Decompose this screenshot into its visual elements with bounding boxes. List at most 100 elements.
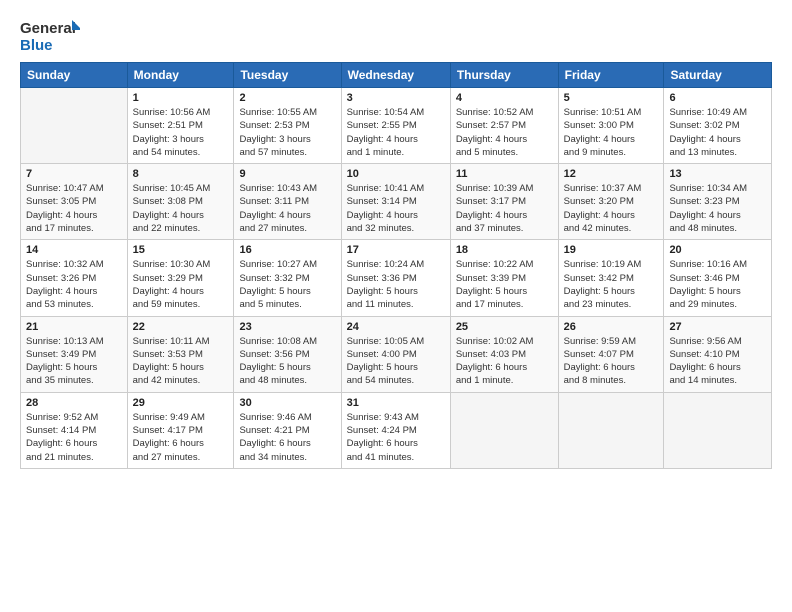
- calendar-week-4: 21 Sunrise: 10:13 AMSunset: 3:49 PMDaylig…: [21, 316, 772, 392]
- calendar-cell: 15 Sunrise: 10:30 AMSunset: 3:29 PMDaylig…: [127, 240, 234, 316]
- col-header-saturday: Saturday: [664, 63, 772, 88]
- day-number: 26: [564, 321, 659, 333]
- day-number: 6: [669, 92, 766, 104]
- day-number: 31: [347, 397, 445, 409]
- day-info: Sunrise: 10:32 AMSunset: 3:26 PMDaylight…: [26, 258, 122, 311]
- day-info: Sunrise: 10:13 AMSunset: 3:49 PMDaylight…: [26, 335, 122, 388]
- calendar-cell: 2Sunrise: 10:55 AMSunset: 2:53 PMDayligh…: [234, 88, 341, 164]
- calendar-cell: 28 Sunrise: 9:52 AMSunset: 4:14 PMDayligh…: [21, 392, 128, 468]
- day-number: 7: [26, 168, 122, 180]
- calendar-cell: 30Sunrise: 9:46 AMSunset: 4:21 PMDayligh…: [234, 392, 341, 468]
- calendar-cell: 17 Sunrise: 10:24 AMSunset: 3:36 PMDaylig…: [341, 240, 450, 316]
- day-info: Sunrise: 10:19 AMSunset: 3:42 PMDaylight…: [564, 258, 659, 311]
- calendar-cell: [558, 392, 664, 468]
- day-info: Sunrise: 9:43 AMSunset: 4:24 PMDaylight:…: [347, 411, 445, 464]
- day-number: 10: [347, 168, 445, 180]
- calendar-cell: 14 Sunrise: 10:32 AMSunset: 3:26 PMDaylig…: [21, 240, 128, 316]
- calendar-cell: 7 Sunrise: 10:47 AMSunset: 3:05 PMDayligh…: [21, 164, 128, 240]
- day-number: 12: [564, 168, 659, 180]
- calendar-cell: 1Sunrise: 10:56 AMSunset: 2:51 PMDayligh…: [127, 88, 234, 164]
- calendar-cell: 23 Sunrise: 10:08 AMSunset: 3:56 PMDaylig…: [234, 316, 341, 392]
- calendar-cell: 12Sunrise: 10:37 AMSunset: 3:20 PMDaylig…: [558, 164, 664, 240]
- calendar-cell: 11 Sunrise: 10:39 AMSunset: 3:17 PMDaylig…: [450, 164, 558, 240]
- page: General Blue SundayMondayTuesdayWednesda…: [0, 0, 792, 612]
- day-number: 11: [456, 168, 553, 180]
- day-info: Sunrise: 9:49 AMSunset: 4:17 PMDaylight:…: [133, 411, 229, 464]
- day-number: 18: [456, 244, 553, 256]
- calendar-cell: 22 Sunrise: 10:11 AMSunset: 3:53 PMDaylig…: [127, 316, 234, 392]
- col-header-tuesday: Tuesday: [234, 63, 341, 88]
- calendar-cell: 24 Sunrise: 10:05 AMSunset: 4:00 PMDaylig…: [341, 316, 450, 392]
- day-info: Sunrise: 10:27 AMSunset: 3:32 PMDaylight…: [239, 258, 335, 311]
- day-info: Sunrise: 9:46 AMSunset: 4:21 PMDaylight:…: [239, 411, 335, 464]
- calendar-cell: 9Sunrise: 10:43 AMSunset: 3:11 PMDayligh…: [234, 164, 341, 240]
- calendar-cell: 4Sunrise: 10:52 AMSunset: 2:57 PMDayligh…: [450, 88, 558, 164]
- day-info: Sunrise: 10:45 AMSunset: 3:08 PMDaylight…: [133, 182, 229, 235]
- day-number: 23: [239, 321, 335, 333]
- calendar-cell: [450, 392, 558, 468]
- calendar-cell: 29 Sunrise: 9:49 AMSunset: 4:17 PMDayligh…: [127, 392, 234, 468]
- day-number: 24: [347, 321, 445, 333]
- header: General Blue: [20, 18, 772, 54]
- col-header-monday: Monday: [127, 63, 234, 88]
- day-number: 13: [669, 168, 766, 180]
- day-info: Sunrise: 10:52 AMSunset: 2:57 PMDaylight…: [456, 106, 553, 159]
- day-info: Sunrise: 9:59 AMSunset: 4:07 PMDaylight:…: [564, 335, 659, 388]
- day-number: 22: [133, 321, 229, 333]
- day-info: Sunrise: 10:56 AMSunset: 2:51 PMDaylight…: [133, 106, 229, 159]
- calendar-cell: 31 Sunrise: 9:43 AMSunset: 4:24 PMDayligh…: [341, 392, 450, 468]
- calendar-week-3: 14 Sunrise: 10:32 AMSunset: 3:26 PMDaylig…: [21, 240, 772, 316]
- day-number: 28: [26, 397, 122, 409]
- day-info: Sunrise: 10:39 AMSunset: 3:17 PMDaylight…: [456, 182, 553, 235]
- day-number: 19: [564, 244, 659, 256]
- day-info: Sunrise: 10:30 AMSunset: 3:29 PMDaylight…: [133, 258, 229, 311]
- calendar-week-5: 28 Sunrise: 9:52 AMSunset: 4:14 PMDayligh…: [21, 392, 772, 468]
- day-number: 29: [133, 397, 229, 409]
- day-number: 20: [669, 244, 766, 256]
- calendar-header-row: SundayMondayTuesdayWednesdayThursdayFrid…: [21, 63, 772, 88]
- logo-svg: General Blue: [20, 18, 80, 54]
- day-number: 8: [133, 168, 229, 180]
- day-info: Sunrise: 9:52 AMSunset: 4:14 PMDaylight:…: [26, 411, 122, 464]
- day-number: 25: [456, 321, 553, 333]
- day-info: Sunrise: 9:56 AMSunset: 4:10 PMDaylight:…: [669, 335, 766, 388]
- day-info: Sunrise: 10:41 AMSunset: 3:14 PMDaylight…: [347, 182, 445, 235]
- calendar-cell: 10 Sunrise: 10:41 AMSunset: 3:14 PMDaylig…: [341, 164, 450, 240]
- day-info: Sunrise: 10:05 AMSunset: 4:00 PMDaylight…: [347, 335, 445, 388]
- day-number: 14: [26, 244, 122, 256]
- calendar-week-1: 1Sunrise: 10:56 AMSunset: 2:51 PMDayligh…: [21, 88, 772, 164]
- calendar-cell: 25 Sunrise: 10:02 AMSunset: 4:03 PMDaylig…: [450, 316, 558, 392]
- day-info: Sunrise: 10:49 AMSunset: 3:02 PMDaylight…: [669, 106, 766, 159]
- day-number: 15: [133, 244, 229, 256]
- day-info: Sunrise: 10:11 AMSunset: 3:53 PMDaylight…: [133, 335, 229, 388]
- col-header-wednesday: Wednesday: [341, 63, 450, 88]
- day-info: Sunrise: 10:54 AMSunset: 2:55 PMDaylight…: [347, 106, 445, 159]
- calendar-cell: 26 Sunrise: 9:59 AMSunset: 4:07 PMDayligh…: [558, 316, 664, 392]
- day-info: Sunrise: 10:55 AMSunset: 2:53 PMDaylight…: [239, 106, 335, 159]
- calendar-week-2: 7 Sunrise: 10:47 AMSunset: 3:05 PMDayligh…: [21, 164, 772, 240]
- day-info: Sunrise: 10:47 AMSunset: 3:05 PMDaylight…: [26, 182, 122, 235]
- day-info: Sunrise: 10:16 AMSunset: 3:46 PMDaylight…: [669, 258, 766, 311]
- day-info: Sunrise: 10:34 AMSunset: 3:23 PMDaylight…: [669, 182, 766, 235]
- day-info: Sunrise: 10:02 AMSunset: 4:03 PMDaylight…: [456, 335, 553, 388]
- day-number: 5: [564, 92, 659, 104]
- col-header-sunday: Sunday: [21, 63, 128, 88]
- day-info: Sunrise: 10:43 AMSunset: 3:11 PMDaylight…: [239, 182, 335, 235]
- calendar-cell: 18 Sunrise: 10:22 AMSunset: 3:39 PMDaylig…: [450, 240, 558, 316]
- calendar-cell: [664, 392, 772, 468]
- calendar-cell: 20 Sunrise: 10:16 AMSunset: 3:46 PMDaylig…: [664, 240, 772, 316]
- day-info: Sunrise: 10:24 AMSunset: 3:36 PMDaylight…: [347, 258, 445, 311]
- day-info: Sunrise: 10:51 AMSunset: 3:00 PMDaylight…: [564, 106, 659, 159]
- logo: General Blue: [20, 18, 80, 54]
- day-info: Sunrise: 10:22 AMSunset: 3:39 PMDaylight…: [456, 258, 553, 311]
- day-number: 17: [347, 244, 445, 256]
- svg-text:General: General: [20, 20, 76, 37]
- calendar-cell: 21 Sunrise: 10:13 AMSunset: 3:49 PMDaylig…: [21, 316, 128, 392]
- day-number: 21: [26, 321, 122, 333]
- day-info: Sunrise: 10:08 AMSunset: 3:56 PMDaylight…: [239, 335, 335, 388]
- day-number: 16: [239, 244, 335, 256]
- calendar-cell: 16 Sunrise: 10:27 AMSunset: 3:32 PMDaylig…: [234, 240, 341, 316]
- calendar-cell: 8 Sunrise: 10:45 AMSunset: 3:08 PMDayligh…: [127, 164, 234, 240]
- day-number: 27: [669, 321, 766, 333]
- col-header-thursday: Thursday: [450, 63, 558, 88]
